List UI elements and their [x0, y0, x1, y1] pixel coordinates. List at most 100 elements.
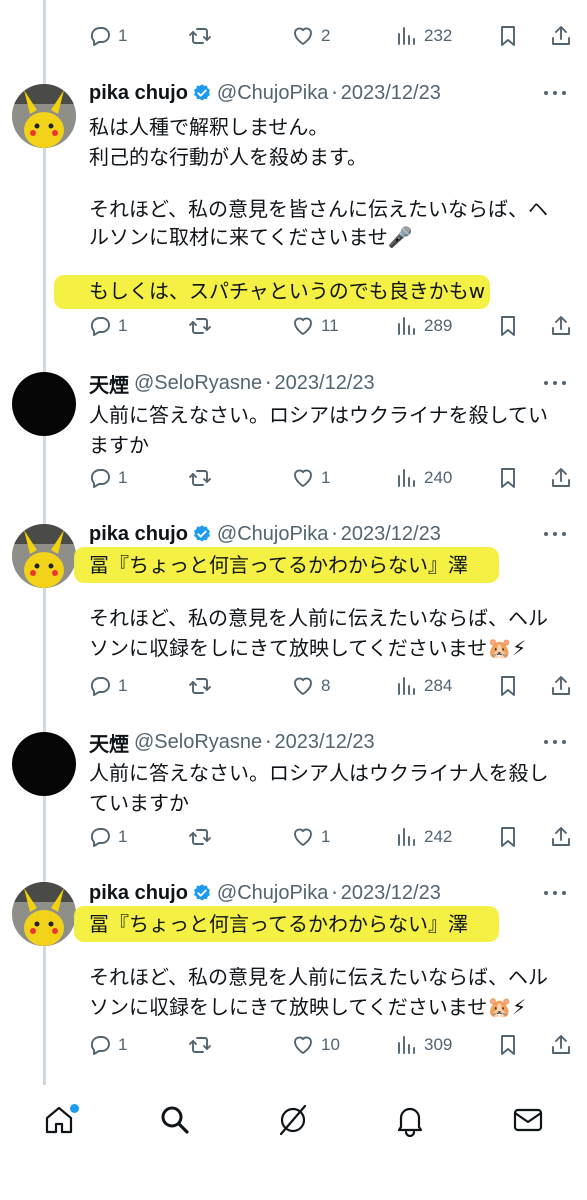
tweet-text-line: 私は人種で解釈しません。 — [89, 115, 329, 139]
tweet-actions: 1 10 309 — [88, 1030, 578, 1060]
reply-button[interactable]: 1 — [88, 463, 127, 493]
nav-notifications[interactable] — [393, 1103, 427, 1138]
tweet-date[interactable]: 2023/12/23 — [275, 372, 375, 395]
share-button[interactable] — [549, 463, 573, 493]
share-button[interactable] — [549, 21, 573, 51]
avatar[interactable] — [12, 524, 76, 588]
heart-icon — [294, 828, 312, 846]
messages-icon — [513, 1108, 543, 1132]
reply-count: 1 — [118, 468, 128, 487]
more-options-button[interactable] — [544, 378, 570, 388]
share-icon — [552, 827, 570, 846]
views-icon — [398, 828, 415, 846]
retweet-icon — [189, 1037, 211, 1053]
reply-button[interactable]: 1 — [88, 671, 127, 701]
display-name[interactable]: 天煙 — [89, 728, 129, 757]
retweet-button[interactable] — [188, 822, 218, 852]
reply-button[interactable]: 1 — [88, 311, 127, 341]
display-name[interactable]: pika chujo — [89, 82, 188, 105]
views-button[interactable]: 289 — [394, 311, 452, 341]
avatar[interactable] — [12, 882, 76, 946]
like-count: 8 — [321, 676, 331, 695]
retweet-button[interactable] — [188, 1030, 218, 1060]
reply-icon — [91, 828, 110, 847]
grok-icon — [279, 1104, 307, 1136]
like-button[interactable]: 10 — [291, 1030, 340, 1060]
retweet-button[interactable] — [188, 463, 218, 493]
tweet-header: pika chujo @ChujoPika · 2023/12/23 — [89, 519, 441, 549]
reply-button[interactable]: 1 — [88, 21, 127, 51]
more-options-button[interactable] — [544, 88, 570, 98]
views-button[interactable]: 240 — [394, 463, 452, 493]
like-button[interactable]: 8 — [291, 671, 330, 701]
reply-button[interactable]: 1 — [88, 822, 127, 852]
more-options-button[interactable] — [544, 529, 570, 539]
user-handle[interactable]: @SeloRyasne — [134, 372, 262, 395]
bookmark-button[interactable] — [496, 822, 520, 852]
bookmark-button[interactable] — [496, 671, 520, 701]
like-button[interactable]: 1 — [291, 463, 330, 493]
share-button[interactable] — [549, 822, 573, 852]
like-count: 1 — [321, 827, 331, 846]
bookmark-icon — [501, 827, 515, 847]
share-button[interactable] — [549, 671, 573, 701]
tweet-header: 天煙 @SeloRyasne · 2023/12/23 — [89, 727, 375, 757]
views-icon — [398, 317, 415, 335]
views-button[interactable]: 242 — [394, 822, 452, 852]
nav-messages[interactable] — [511, 1103, 545, 1137]
avatar[interactable] — [12, 84, 76, 148]
share-button[interactable] — [549, 311, 573, 341]
reply-icon — [91, 1036, 110, 1055]
bookmark-button[interactable] — [496, 463, 520, 493]
bookmark-button[interactable] — [496, 1030, 520, 1060]
reply-count: 1 — [118, 676, 128, 695]
nav-grok[interactable] — [276, 1103, 310, 1137]
tweet-actions: 1 11 289 — [88, 311, 578, 341]
views-button[interactable]: 284 — [394, 671, 452, 701]
verified-badge-icon — [193, 884, 210, 901]
pikachu-avatar-image — [12, 84, 76, 148]
bookmark-icon — [501, 468, 515, 488]
user-handle[interactable]: @SeloRyasne — [134, 731, 262, 754]
display-name[interactable]: 天煙 — [89, 369, 129, 398]
reply-icon — [91, 677, 110, 696]
tweet-actions: 1 1 242 — [88, 822, 578, 852]
nav-search[interactable] — [158, 1103, 192, 1137]
bookmark-icon — [501, 26, 515, 46]
tweet-date[interactable]: 2023/12/23 — [341, 523, 441, 546]
bookmark-button[interactable] — [496, 311, 520, 341]
user-handle[interactable]: @ChujoPika — [217, 82, 328, 105]
avatar[interactable] — [12, 372, 76, 436]
pikachu-avatar-image — [12, 524, 76, 588]
tweet-date[interactable]: 2023/12/23 — [341, 882, 441, 905]
like-button[interactable]: 11 — [291, 311, 339, 341]
heart-icon — [294, 677, 312, 695]
reply-count: 1 — [118, 1035, 128, 1054]
tweet-text-line: 人前に答えなさい。ロシア人はウクライナ人を殺し — [89, 761, 549, 785]
views-button[interactable]: 232 — [394, 21, 452, 51]
retweet-button[interactable] — [188, 311, 218, 341]
retweet-button[interactable] — [188, 671, 218, 701]
verified-badge-icon — [193, 84, 210, 101]
tweet-text-line: それほど、私の意見を人前に伝えたいならば、ヘル — [89, 965, 548, 989]
tweet-text-line: ソンに収録をしにきて放映してくださいませ🐹⚡ — [89, 636, 527, 660]
user-handle[interactable]: @ChujoPika — [217, 523, 328, 546]
reply-button[interactable]: 1 — [88, 1030, 127, 1060]
display-name[interactable]: pika chujo — [89, 882, 188, 905]
views-button[interactable]: 309 — [394, 1030, 452, 1060]
user-handle[interactable]: @ChujoPika — [217, 882, 328, 905]
like-button[interactable]: 2 — [291, 21, 330, 51]
tweet-date[interactable]: 2023/12/23 — [341, 82, 441, 105]
view-count: 284 — [424, 676, 453, 695]
more-options-button[interactable] — [544, 737, 570, 747]
share-icon — [552, 316, 570, 335]
bookmark-button[interactable] — [496, 21, 520, 51]
tweet-date[interactable]: 2023/12/23 — [275, 731, 375, 754]
more-options-button[interactable] — [544, 888, 570, 898]
like-button[interactable]: 1 — [291, 822, 330, 852]
view-count: 240 — [424, 468, 453, 487]
avatar[interactable] — [12, 732, 76, 796]
share-button[interactable] — [549, 1030, 573, 1060]
display-name[interactable]: pika chujo — [89, 523, 188, 546]
retweet-button[interactable] — [188, 21, 218, 51]
